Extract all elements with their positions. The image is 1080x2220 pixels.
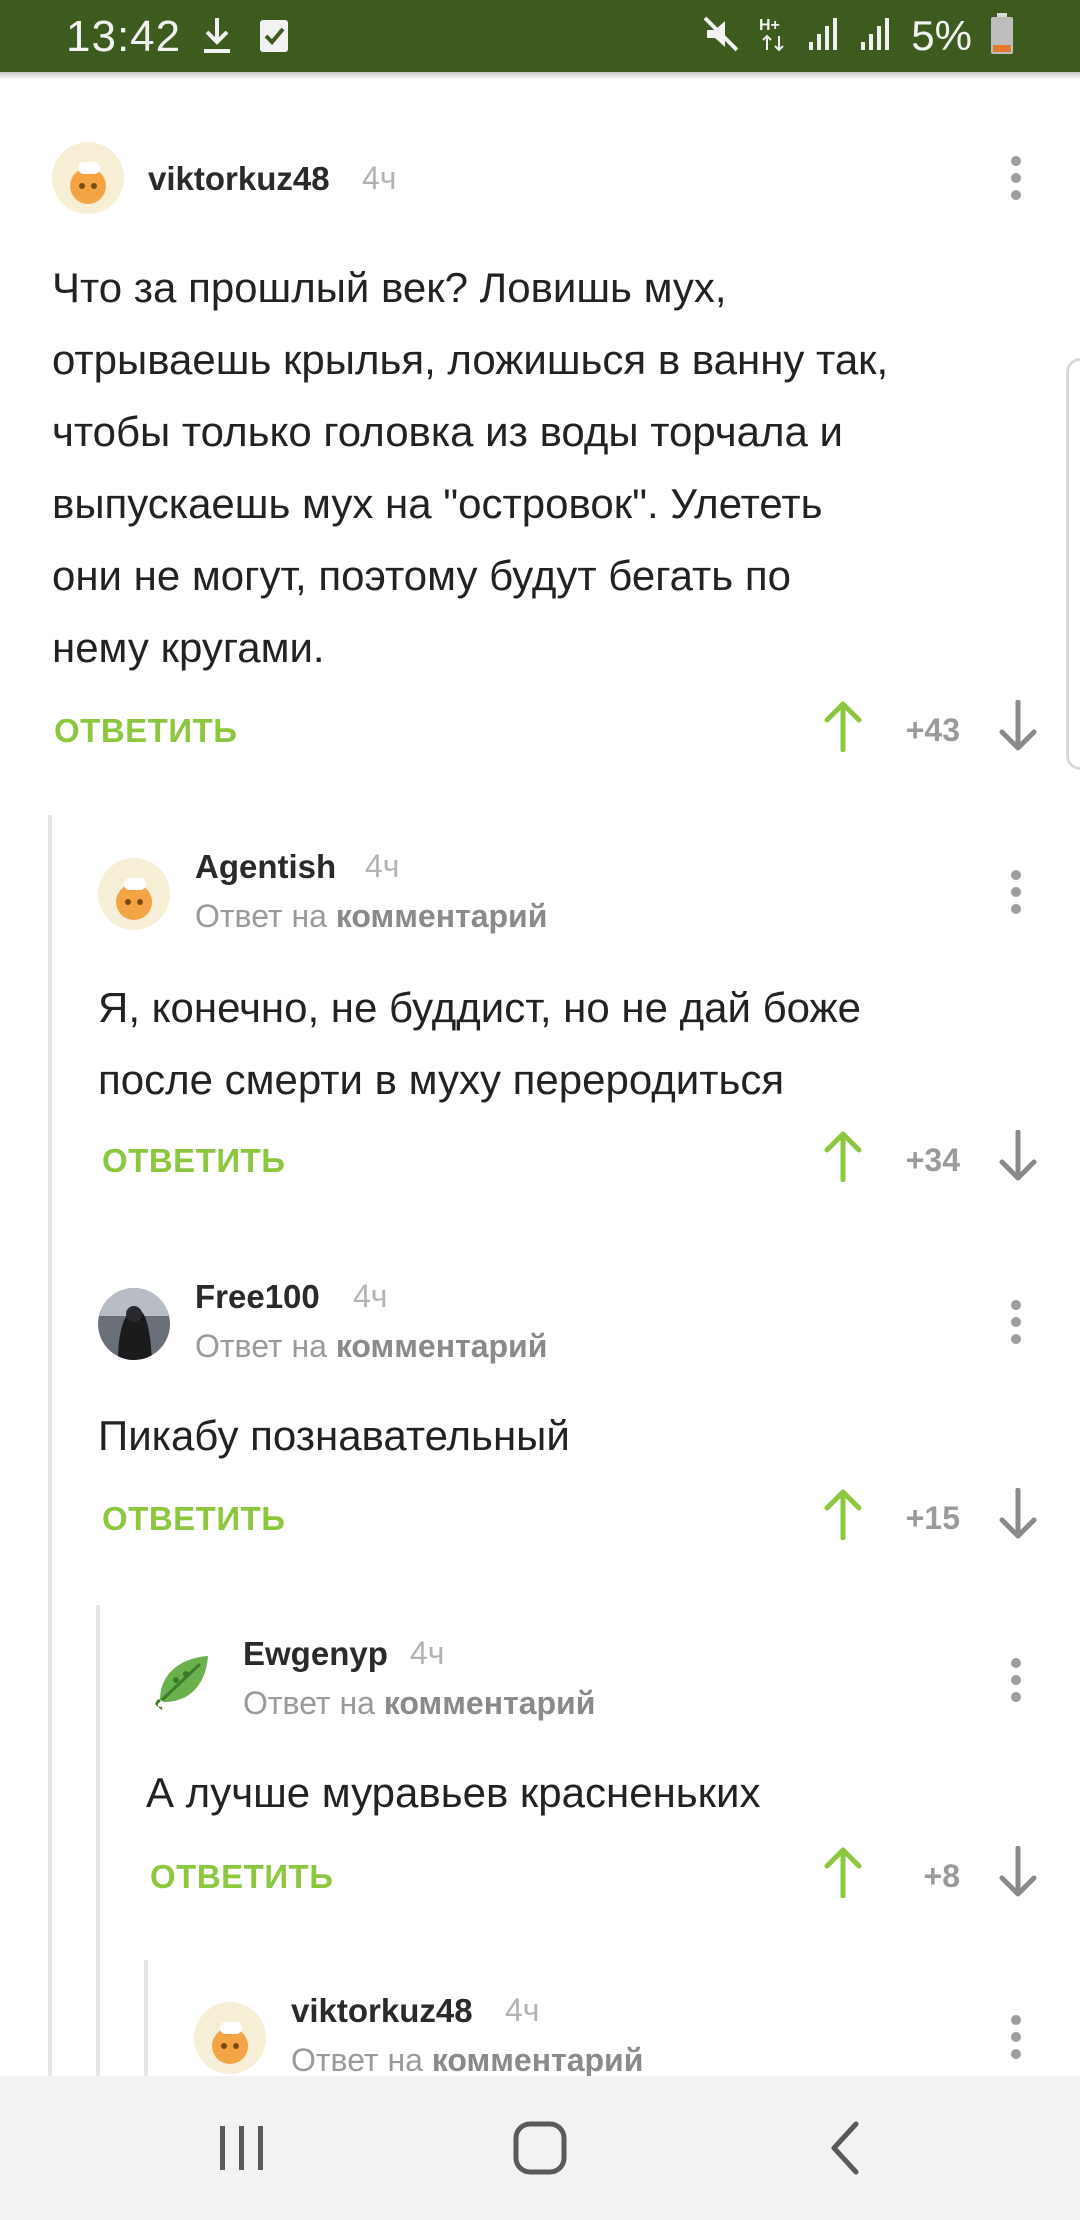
avatar[interactable] (194, 2002, 266, 2074)
svg-text:H+: H+ (759, 17, 780, 34)
battery-percent: 5% (911, 12, 972, 59)
status-bar: 13:42 H+ 5% (0, 0, 1080, 72)
comment-author[interactable]: viktorkuz48 (291, 1992, 473, 2030)
hplus-icon: H+ (759, 14, 789, 59)
recent-apps-icon[interactable] (210, 2116, 274, 2180)
signal-icon (807, 14, 841, 59)
scrollbar[interactable] (1066, 358, 1080, 770)
check-box-icon (258, 16, 290, 61)
mute-icon (701, 14, 741, 59)
back-icon[interactable] (814, 2116, 878, 2180)
download-icon (202, 16, 232, 61)
navigation-bar (0, 2076, 1080, 2220)
comments-feed[interactable]: viktorkuz48 4ч Что за прошлый век? Ловиш… (0, 80, 1080, 2076)
battery-low-icon (990, 12, 1014, 60)
signal-icon (859, 14, 893, 59)
status-bar-shadow (0, 72, 1080, 80)
more-options-icon[interactable] (1006, 2015, 1026, 2066)
home-icon[interactable] (508, 2116, 572, 2180)
comment-time: 4ч (505, 1992, 540, 2028)
comment: viktorkuz48 4ч Ответ на комментарий (0, 80, 1080, 2076)
status-time: 13:42 (66, 12, 182, 61)
reply-to-link[interactable]: Ответ на комментарий (291, 2042, 643, 2076)
